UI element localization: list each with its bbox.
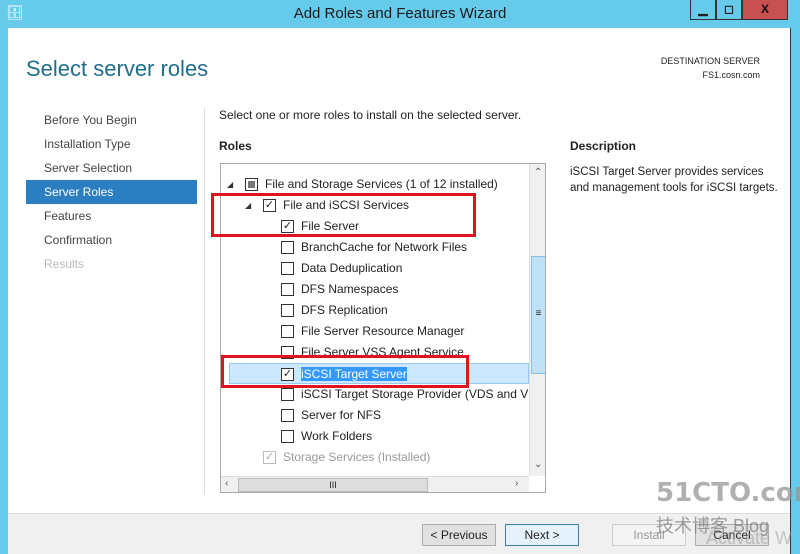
role-item[interactable]: Data Deduplication (221, 258, 529, 279)
wizard-nav: Before You Begin Installation Type Server … (26, 108, 197, 276)
nav-item[interactable]: Before You Begin (26, 108, 197, 132)
previous-button[interactable]: < Previous (422, 524, 496, 546)
title-bar: 🗄 Add Roles and Features Wizard ▁ ◻ X (0, 0, 800, 28)
nav-item[interactable]: Features (26, 204, 197, 228)
checkbox[interactable] (281, 388, 294, 401)
destination-name: FS1.cosn.com (702, 70, 760, 80)
role-label: File Server Resource Manager (301, 324, 465, 338)
window-edge (790, 28, 800, 554)
role-label: DFS Replication (301, 303, 388, 317)
close-button[interactable]: X (742, 0, 788, 20)
horizontal-scrollbar[interactable]: ‹ III › (221, 476, 529, 492)
checkbox[interactable] (281, 430, 294, 443)
checkbox[interactable] (281, 262, 294, 275)
role-label: File and Storage Services (1 of 12 insta… (265, 177, 498, 191)
checkbox[interactable] (281, 241, 294, 254)
minimize-button[interactable]: ▁ (690, 0, 716, 20)
maximize-button[interactable]: ◻ (716, 0, 742, 20)
destination-server: DESTINATION SERVER FS1.cosn.com (661, 54, 760, 82)
role-item[interactable]: DFS Namespaces (221, 279, 529, 300)
scroll-down-icon[interactable]: ⌄ (534, 459, 542, 470)
scroll-thumb[interactable]: ≡ (531, 256, 545, 374)
role-label: DFS Namespaces (301, 282, 399, 296)
description-text: iSCSI Target Server provides services an… (570, 166, 778, 194)
nav-item: Results (44, 257, 85, 271)
scroll-left-icon[interactable]: ‹ (225, 478, 228, 489)
hscroll-thumb[interactable]: III (238, 478, 428, 492)
role-item[interactable]: BranchCache for Network Files (221, 237, 529, 258)
checkbox[interactable] (281, 304, 294, 317)
role-label: Work Folders (301, 429, 373, 443)
next-button[interactable]: Next > (505, 524, 579, 546)
role-label: Server for NFS (301, 408, 382, 422)
role-label: Data Deduplication (301, 261, 403, 275)
role-item[interactable]: File Server Resource Manager (221, 321, 529, 342)
nav-item[interactable]: Installation Type (26, 132, 197, 156)
checkbox[interactable] (281, 409, 294, 422)
instruction-text: Select one or more roles to install on t… (219, 108, 522, 122)
checkbox[interactable] (281, 325, 294, 338)
expand-icon[interactable]: ◢ (227, 174, 233, 195)
watermark-logo: 51CTO.com (656, 478, 800, 508)
highlight-box (221, 355, 469, 388)
scroll-right-icon[interactable]: › (515, 478, 518, 489)
activate-watermark: Activate W (706, 528, 793, 548)
divider (204, 108, 205, 494)
role-label: Storage Services (Installed) (283, 450, 431, 464)
nav-item[interactable]: Server Roles (26, 180, 197, 204)
roles-header: Roles (219, 139, 252, 153)
role-item[interactable]: ◢ File and Storage Services (1 of 12 inst… (221, 174, 529, 195)
vertical-scrollbar[interactable]: ⌃ ≡ ⌄ (529, 164, 545, 476)
role-item[interactable]: Work Folders (221, 426, 529, 447)
role-item[interactable]: ✓ Storage Services (Installed) (221, 447, 529, 468)
role-label: BranchCache for Network Files (301, 240, 468, 254)
nav-item[interactable]: Server Selection (26, 156, 197, 180)
checkbox[interactable]: ✓ (263, 451, 276, 464)
checkbox[interactable] (281, 283, 294, 296)
destination-label: DESTINATION SERVER (660, 56, 760, 66)
highlight-box (211, 193, 476, 237)
nav-item[interactable]: Confirmation (26, 228, 197, 252)
window-title: Add Roles and Features Wizard (293, 5, 507, 22)
wizard-content: Select server roles DESTINATION SERVER F… (8, 28, 790, 513)
role-item[interactable]: DFS Replication (221, 300, 529, 321)
role-item[interactable]: Server for NFS (221, 405, 529, 426)
checkbox[interactable] (245, 178, 258, 191)
scroll-up-icon[interactable]: ⌃ (534, 167, 542, 178)
description-header: Description (570, 139, 637, 153)
page-title: Select server roles (26, 56, 209, 81)
